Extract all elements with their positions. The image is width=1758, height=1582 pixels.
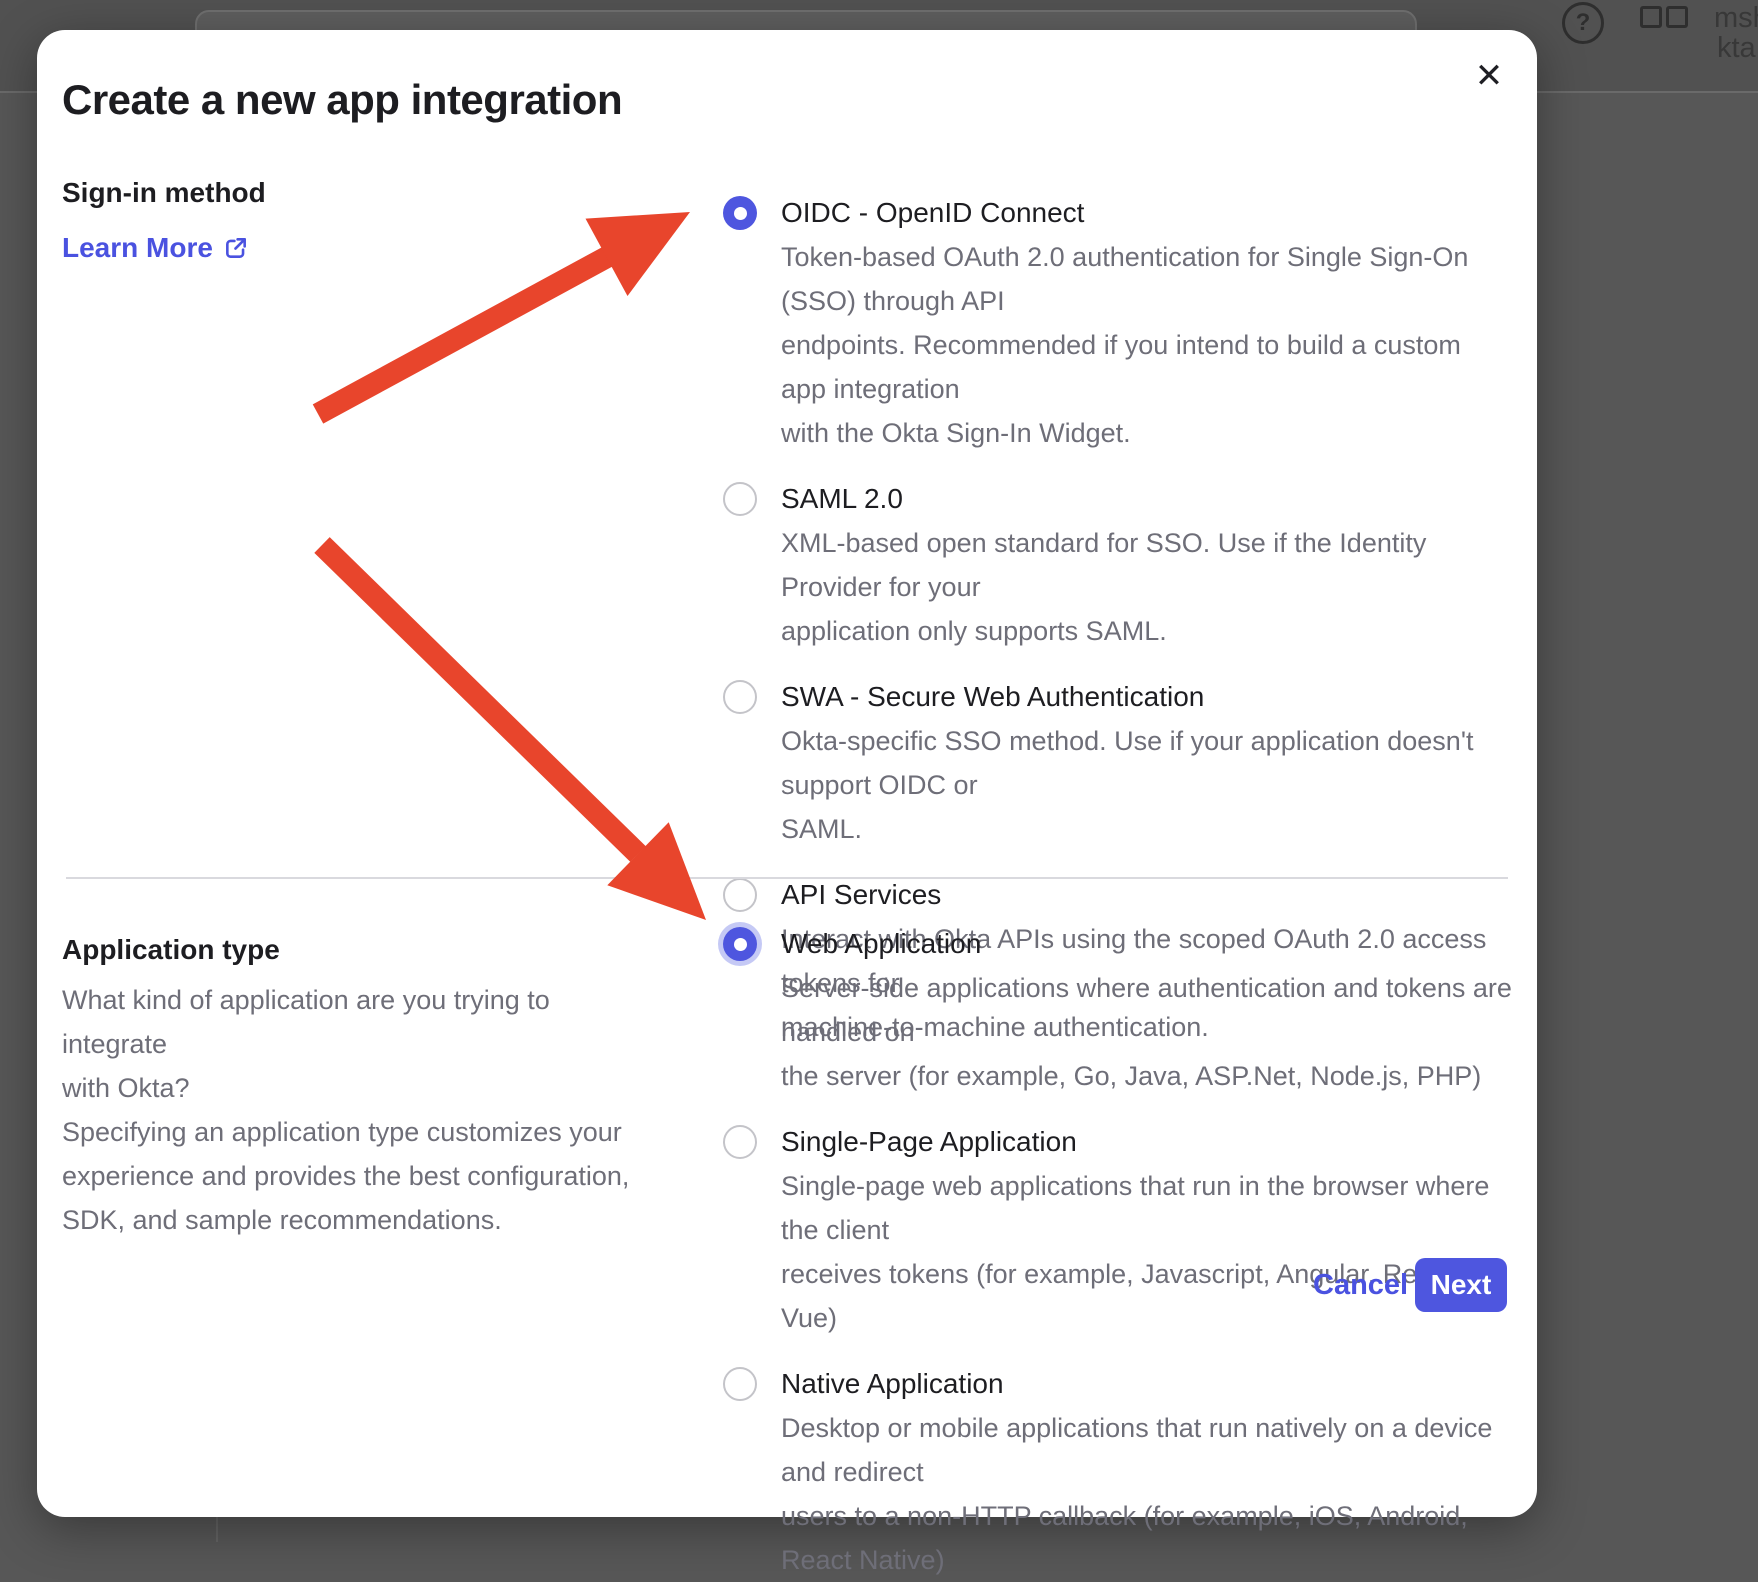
option-label[interactable]: SAML 2.0 — [781, 477, 1513, 521]
option-web-application: Web Application Server-side applications… — [723, 922, 1513, 1098]
learn-more-label: Learn More — [62, 226, 213, 270]
option-native-application: Native Application Desktop or mobile app… — [723, 1362, 1513, 1582]
account-name-fragment: msh — [1714, 3, 1758, 33]
radio-single-page-application[interactable] — [723, 1125, 757, 1159]
external-link-icon — [223, 235, 249, 261]
paragraph-line: experience and provides the best configu… — [62, 1161, 629, 1191]
close-icon[interactable]: ✕ — [1467, 54, 1511, 98]
option-swa-secure-web-authentication: SWA - Secure Web Authentication Okta-spe… — [723, 675, 1513, 851]
option-label[interactable]: Single-Page Application — [781, 1120, 1513, 1164]
option-saml-2-0: SAML 2.0 XML-based open standard for SSO… — [723, 477, 1513, 653]
application-type-options: Web Application Server-side applications… — [723, 922, 1513, 1582]
paragraph-line: What kind of application are you trying … — [62, 985, 550, 1059]
option-description: Single-page web applications that run in… — [781, 1164, 1513, 1252]
option-description: Okta-specific SSO method. Use if your ap… — [781, 719, 1513, 807]
cancel-button[interactable]: Cancel — [1301, 1258, 1420, 1312]
option-label[interactable]: OIDC - OpenID Connect — [781, 191, 1513, 235]
option-description: SAML. — [781, 807, 1513, 851]
option-description: the server (for example, Go, Java, ASP.N… — [781, 1054, 1513, 1098]
apps-grid-icon — [1666, 6, 1688, 28]
option-description: application only supports SAML. — [781, 609, 1513, 653]
option-description: Server-side applications where authentic… — [781, 966, 1513, 1054]
option-label[interactable]: Web Application — [781, 922, 1513, 966]
radio-oidc[interactable] — [723, 196, 757, 230]
learn-more-link[interactable]: Learn More — [62, 226, 249, 270]
apps-grid-icon — [1640, 6, 1662, 28]
dialog-title: Create a new app integration — [62, 76, 622, 124]
option-description: Token-based OAuth 2.0 authentication for… — [781, 235, 1513, 323]
paragraph-line: with Okta? — [62, 1073, 190, 1103]
help-icon: ? — [1562, 2, 1604, 44]
radio-web-application[interactable] — [723, 927, 757, 961]
option-label[interactable]: SWA - Secure Web Authentication — [781, 675, 1513, 719]
option-description: XML-based open standard for SSO. Use if … — [781, 521, 1513, 609]
section-divider — [66, 877, 1508, 879]
signin-method-options: OIDC - OpenID Connect Token-based OAuth … — [723, 191, 1513, 1049]
next-button[interactable]: Next — [1415, 1258, 1507, 1312]
radio-native-application[interactable] — [723, 1367, 757, 1401]
paragraph-line: SDK, and sample recommendations. — [62, 1205, 502, 1235]
radio-swa[interactable] — [723, 680, 757, 714]
option-description: with the Okta Sign-In Widget. — [781, 411, 1513, 455]
application-type-heading: Application type — [62, 928, 280, 972]
option-label[interactable]: API Services — [781, 873, 1513, 917]
signin-method-heading: Sign-in method — [62, 171, 266, 215]
radio-saml[interactable] — [723, 482, 757, 516]
radio-api-services[interactable] — [723, 878, 757, 912]
account-name-fragment: kta — [1717, 33, 1756, 63]
option-description: users to a non-HTTP callback (for exampl… — [781, 1494, 1513, 1582]
application-type-explainer: Specifying an application type customize… — [62, 1110, 642, 1242]
paragraph-line: Specifying an application type customize… — [62, 1117, 622, 1147]
option-oidc-openid-connect: OIDC - OpenID Connect Token-based OAuth … — [723, 191, 1513, 455]
application-type-question: What kind of application are you trying … — [62, 978, 642, 1110]
option-description: endpoints. Recommended if you intend to … — [781, 323, 1513, 411]
option-description: Desktop or mobile applications that run … — [781, 1406, 1513, 1494]
option-label[interactable]: Native Application — [781, 1362, 1513, 1406]
create-app-integration-dialog: ✕ Create a new app integration Sign-in m… — [37, 30, 1537, 1517]
